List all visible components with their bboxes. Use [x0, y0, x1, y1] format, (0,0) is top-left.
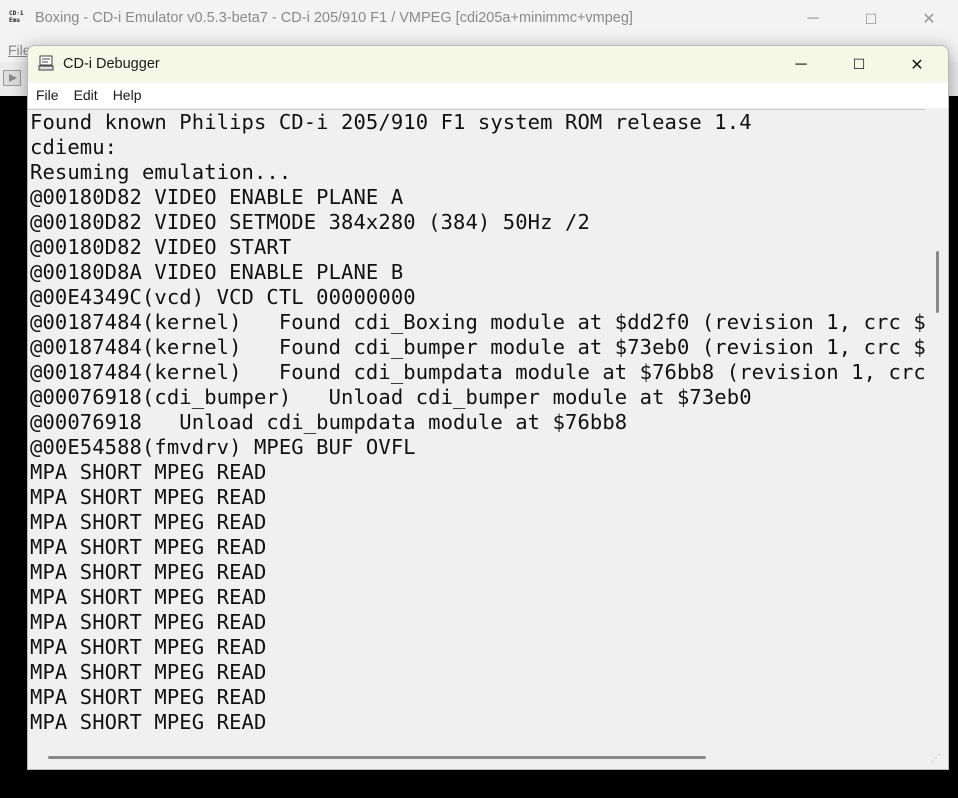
- debugger-window: CD-i Debugger ─ ☐ ✕ File Edit Help Found…: [27, 45, 949, 770]
- log-line: @00180D82 VIDEO START: [30, 235, 292, 259]
- log-line: @00180D82 VIDEO ENABLE PLANE A: [30, 185, 404, 209]
- log-line: Resuming emulation...: [30, 160, 292, 184]
- log-line: @00076918(cdi_bumper) Unload cdi_bumper …: [30, 385, 752, 409]
- log-line: MPA SHORT MPEG READ: [30, 485, 267, 509]
- menu-help[interactable]: Help: [105, 83, 149, 108]
- log-line: MPA SHORT MPEG READ: [30, 685, 267, 709]
- log-line: MPA SHORT MPEG READ: [30, 660, 267, 684]
- emulator-minimize-button[interactable]: ─: [784, 0, 842, 38]
- emulator-window-title: Boxing - CD-i Emulator v0.5.3-beta7 - CD…: [35, 10, 633, 26]
- debugger-menubar: File Edit Help: [28, 83, 948, 108]
- log-line: MPA SHORT MPEG READ: [30, 535, 267, 559]
- log-line: @00E4349C(vcd) VCD CTL 00000000: [30, 285, 416, 309]
- play-icon[interactable]: [3, 70, 21, 86]
- log-line: MPA SHORT MPEG READ: [30, 585, 267, 609]
- menu-file[interactable]: File: [28, 83, 66, 108]
- menu-edit[interactable]: Edit: [66, 83, 105, 108]
- horizontal-scrollbar[interactable]: [28, 746, 925, 769]
- debug-console-output[interactable]: Found known Philips CD-i 205/910 F1 syst…: [28, 109, 925, 747]
- log-line: @00180D8A VIDEO ENABLE PLANE B: [30, 260, 404, 284]
- log-line: @00180D82 VIDEO SETMODE 384x280 (384) 50…: [30, 210, 590, 234]
- debugger-minimize-button[interactable]: ─: [772, 46, 830, 83]
- log-line: @00187484(kernel) Found cdi_bumpdata mod…: [30, 360, 925, 384]
- emulator-titlebar: CD·i Emu Boxing - CD-i Emulator v0.5.3-be…: [0, 0, 958, 38]
- resize-grip-icon[interactable]: ⋰: [931, 752, 945, 766]
- log-line: MPA SHORT MPEG READ: [30, 460, 267, 484]
- debugger-window-title: CD-i Debugger: [63, 56, 160, 72]
- log-line: @00187484(kernel) Found cdi_bumper modul…: [30, 335, 925, 359]
- log-line: MPA SHORT MPEG READ: [30, 510, 267, 534]
- vertical-scrollbar-thumb[interactable]: [936, 251, 939, 313]
- log-line: MPA SHORT MPEG READ: [30, 710, 267, 734]
- debugger-maximize-button[interactable]: ☐: [830, 46, 888, 83]
- debugger-close-button[interactable]: ✕: [888, 46, 946, 83]
- emulator-close-button[interactable]: ✕: [900, 0, 958, 38]
- emulator-maximize-button[interactable]: ☐: [842, 0, 900, 38]
- log-line: MPA SHORT MPEG READ: [30, 635, 267, 659]
- log-line: @00187484(kernel) Found cdi_Boxing modul…: [30, 310, 925, 334]
- horizontal-scrollbar-thumb[interactable]: [48, 756, 706, 759]
- debugger-titlebar[interactable]: CD-i Debugger ─ ☐ ✕: [28, 46, 948, 83]
- log-line: MPA SHORT MPEG READ: [30, 560, 267, 584]
- debugger-app-icon: [38, 55, 54, 71]
- cdi-emu-app-icon: CD·i Emu: [9, 10, 24, 24]
- log-line: MPA SHORT MPEG READ: [30, 610, 267, 634]
- vertical-scrollbar[interactable]: [925, 109, 948, 745]
- log-line: cdiemu:: [30, 135, 118, 159]
- log-line: Found known Philips CD-i 205/910 F1 syst…: [30, 110, 752, 134]
- log-line: @00E54588(fmvdrv) MPEG BUF OVFL: [30, 435, 416, 459]
- log-line: @00076918 Unload cdi_bumpdata module at …: [30, 410, 628, 434]
